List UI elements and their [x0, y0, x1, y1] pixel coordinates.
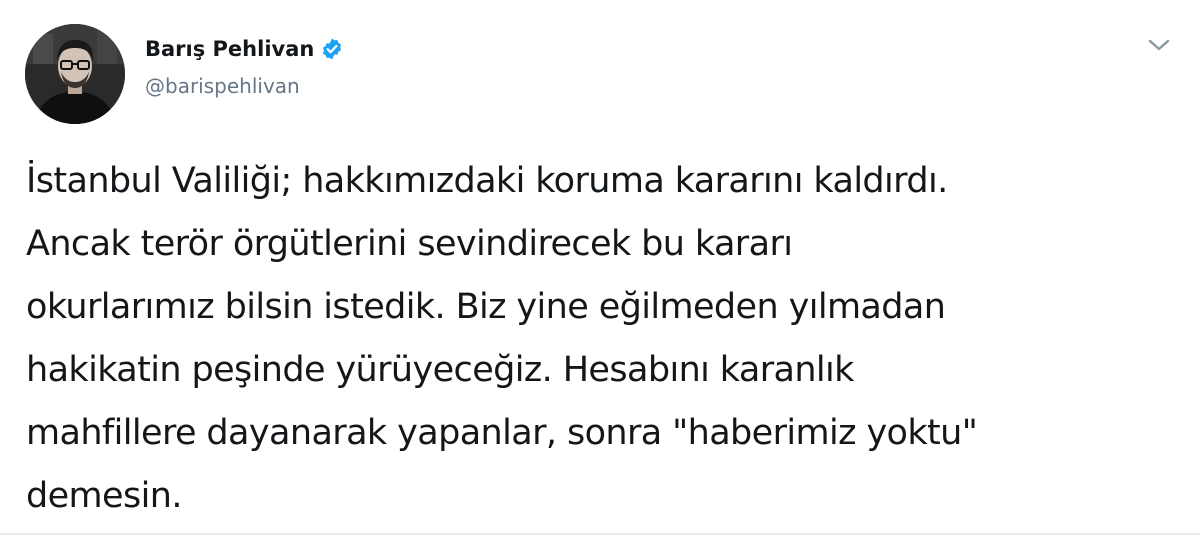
avatar-photo — [25, 24, 125, 124]
author-name-row[interactable]: Barış Pehlivan — [145, 34, 344, 64]
chevron-down-icon[interactable] — [1146, 34, 1172, 56]
author-display-name[interactable]: Barış Pehlivan — [145, 37, 314, 61]
tweet-text-line: mahfillere dayanarak yapanlar, sonra "ha… — [26, 413, 978, 453]
tweet-text-line: hakikatin peşinde yürüyeceğiz. Hesabını … — [26, 350, 854, 390]
tweet-card: Barış Pehlivan @barispehlivan İstanbul V… — [0, 0, 1200, 535]
tweet-text-line: demesin. — [26, 476, 182, 516]
tweet-text: İstanbul Valiliği; hakkımızdaki koruma k… — [26, 150, 1186, 528]
tweet-text-line: Ancak terör örgütlerini sevindirecek bu … — [26, 224, 793, 264]
tweet-text-line: İstanbul Valiliği; hakkımızdaki koruma k… — [26, 161, 948, 201]
author-handle[interactable]: @barispehlivan — [145, 74, 300, 98]
tweet-text-line: okurlarımız bilsin istedik. Biz yine eği… — [26, 287, 946, 327]
avatar[interactable] — [25, 24, 125, 124]
verified-badge-icon — [320, 37, 344, 61]
